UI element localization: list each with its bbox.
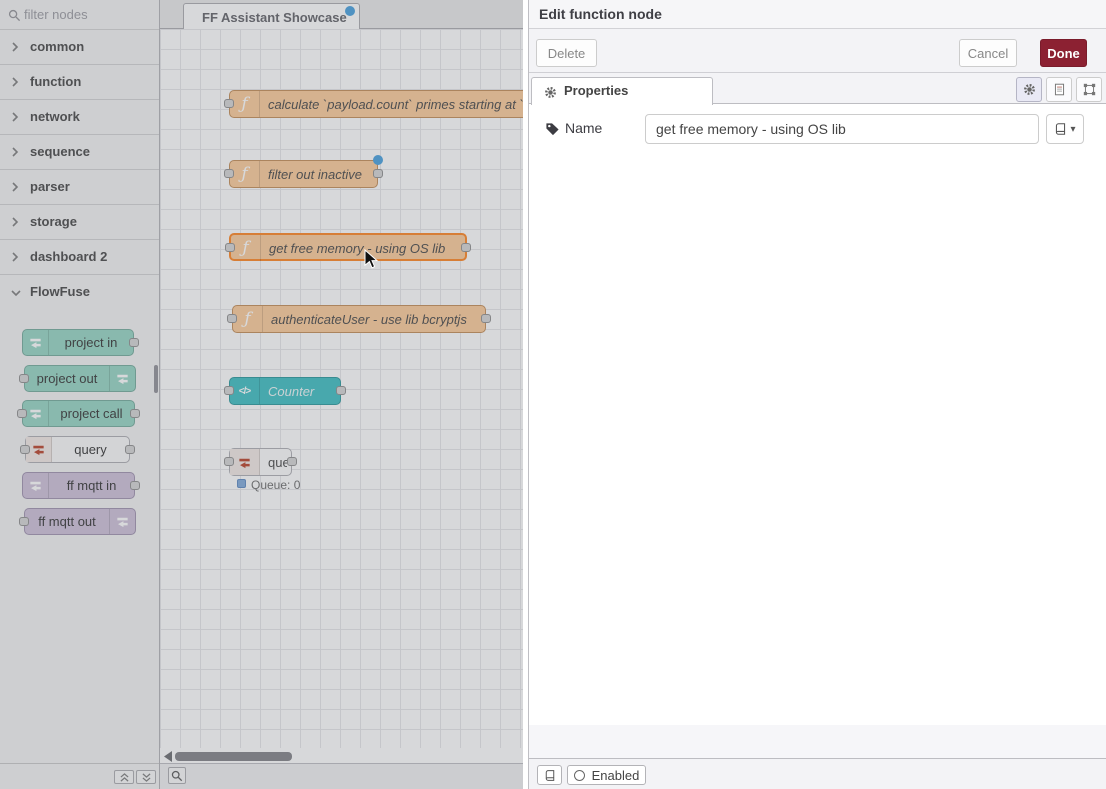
gear-icon: [1023, 83, 1036, 96]
tray-title: Edit function node: [539, 6, 662, 22]
tray-toolbar: Delete Cancel Done: [529, 29, 1106, 73]
name-label: Name: [565, 120, 602, 136]
tag-icon: [545, 121, 560, 136]
caret-down-icon: ▾: [1070, 124, 1075, 135]
edit-dialog-tab-bar: Properties: [529, 73, 1106, 104]
enabled-label: Enabled: [592, 768, 640, 783]
appearance-icon-button[interactable]: [1076, 77, 1102, 102]
tray-footer: Enabled: [529, 758, 1106, 789]
tray-resize-handle[interactable]: [528, 0, 529, 789]
library-footer-button[interactable]: [537, 765, 562, 785]
description-icon-button[interactable]: [1046, 77, 1072, 102]
gear-icon: [544, 86, 557, 99]
name-input[interactable]: [645, 114, 1039, 144]
document-icon: [1053, 83, 1066, 96]
mouse-cursor: [364, 249, 379, 270]
enabled-toggle-button[interactable]: Enabled: [567, 765, 646, 785]
tab-properties[interactable]: Properties: [531, 77, 713, 105]
node-red-editor: filter nodes common function network seq…: [0, 0, 1106, 789]
enabled-state-icon: [574, 770, 585, 781]
properties-icon-button[interactable]: [1016, 77, 1042, 102]
cancel-button[interactable]: Cancel: [959, 39, 1017, 67]
tray-header: Edit function node: [529, 0, 1106, 29]
library-button[interactable]: ▾: [1046, 114, 1084, 144]
appearance-icon: [1083, 83, 1096, 96]
workspace-shade-overlay: [0, 0, 523, 789]
done-button[interactable]: Done: [1040, 39, 1087, 67]
book-icon: [544, 769, 556, 782]
delete-button[interactable]: Delete: [536, 39, 597, 67]
book-icon: [1054, 122, 1067, 136]
editor-spacer: [529, 725, 1106, 758]
